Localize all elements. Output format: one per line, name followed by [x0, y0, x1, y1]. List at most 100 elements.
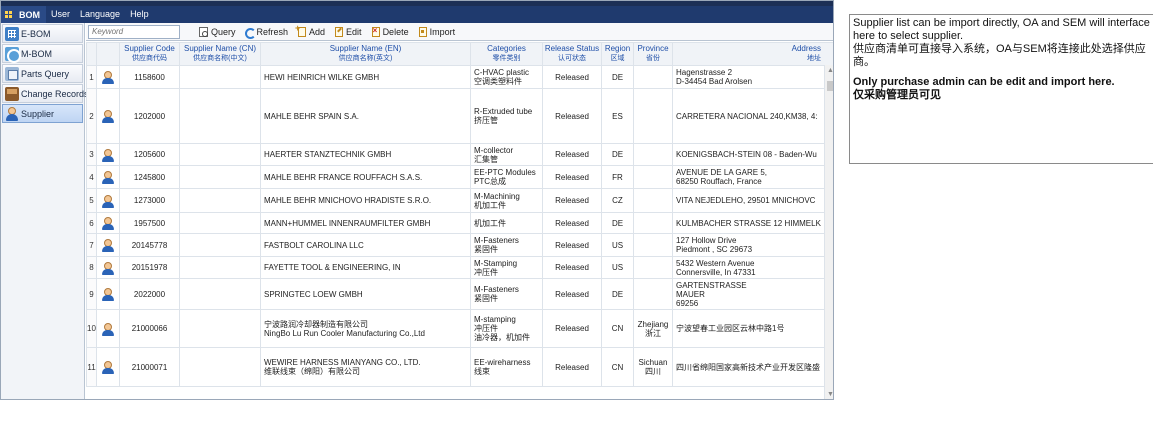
cell-supplier-name-cn — [179, 309, 261, 348]
import-button[interactable]: Import — [417, 26, 455, 37]
cell-text: 21000066 — [131, 324, 168, 333]
supplier-person-icon — [102, 110, 114, 123]
cell-text: MAHLE BEHR MNICHOVO HRADISTE S.R.O. — [264, 196, 432, 205]
row-number: 7 — [86, 233, 97, 257]
cell-line: M-Stamping — [474, 258, 518, 268]
cell-region: CZ — [601, 188, 634, 213]
annotation-note: Supplier list can be import directly, OA… — [849, 14, 1153, 164]
cell-text: 1273000 — [133, 196, 166, 205]
cell-province — [633, 88, 673, 144]
table-body: 1 1158600 HEWI HEINRICH WILKE GMBH C-HVAC p… — [86, 65, 833, 387]
table-row[interactable]: 2 1202000 MAHLE BEHR SPAIN S.A. R-Extruded … — [86, 88, 833, 144]
query-button[interactable]: Query — [198, 26, 236, 37]
cell-line: 挤压管 — [474, 116, 498, 125]
scroll-up-icon[interactable]: ▲ — [827, 67, 833, 74]
menu-language[interactable]: Language — [75, 6, 125, 23]
table-row[interactable]: 11 21000071 WEWIRE HARNESS MIANYANG CO., L… — [86, 347, 833, 387]
note-line-1: Supplier list can be import directly, OA… — [853, 17, 1150, 42]
cell-line: VITA NEJEDLEHO, 29501 MNICHOVC — [676, 196, 816, 205]
cell-line: EE-wireharness — [474, 358, 531, 367]
row-icon-cell — [96, 212, 120, 234]
add-button-label: Add — [309, 26, 326, 37]
add-button[interactable]: Add — [295, 23, 326, 37]
menu-help[interactable]: Help — [125, 6, 154, 23]
delete-button-label: Delete — [382, 26, 409, 37]
cell-line: 机加工件 — [474, 200, 506, 210]
cell-line: 浙江 — [645, 328, 661, 338]
sidebar-item-parts-query[interactable]: Parts Query — [2, 64, 83, 83]
cell-text: HAERTER STANZTECHNIK GMBH — [264, 150, 392, 159]
cell-supplier-name-en: MAHLE BEHR FRANCE ROUFFACH S.A.S. — [260, 165, 471, 189]
cell-line: M-Fasteners — [474, 236, 519, 245]
cell-supplier-code: 20145778 — [119, 233, 180, 257]
table-row[interactable]: 3 1205600 HAERTER STANZTECHNIK GMBH M-colle… — [86, 143, 833, 166]
cell-text: 5 — [89, 196, 94, 205]
supplier-person-icon — [102, 261, 114, 275]
sidebar-item-change-records[interactable]: Change Records — [2, 84, 89, 103]
cell-release-status: Released — [542, 188, 602, 213]
cell-line: 线束 — [474, 367, 490, 376]
cell-supplier-code: 1202000 — [119, 88, 180, 144]
cell-text: SPRINGTEC LOEW GMBH — [264, 289, 363, 299]
column-header-supplier-name-cn[interactable]: Supplier Name (CN) 供应商名称(中文) — [179, 42, 261, 66]
column-header-supplier-name-en[interactable]: Supplier Name (EN) 供应商名称(英文) — [260, 42, 471, 66]
column-header-address[interactable]: Address 地址 — [672, 42, 833, 66]
import-icon — [417, 26, 427, 37]
cell-text: DE — [611, 72, 624, 82]
row-number: 4 — [86, 165, 97, 189]
scroll-down-icon[interactable]: ▼ — [827, 391, 833, 398]
cell-line: 四川 — [645, 367, 661, 376]
cell-text: DE — [611, 218, 624, 228]
cell-text: Released — [555, 150, 589, 159]
cell-categories: EE-PTC Modules PTC总成 — [470, 165, 543, 189]
supplier-person-icon — [102, 288, 114, 301]
note-line-4: 仅采购管理员可见 — [853, 89, 941, 101]
cell-supplier-name-cn — [179, 212, 261, 234]
cell-line: 机加工件 — [474, 218, 506, 228]
table-row[interactable]: 7 20145778 FASTBOLT CAROLINA LLC M-Fastener… — [86, 233, 833, 257]
sidebar-item-supplier[interactable]: Supplier — [2, 104, 83, 123]
edit-button[interactable]: Edit — [333, 26, 362, 37]
cell-release-status: Released — [542, 143, 602, 166]
cell-text: MANN+HUMMEL INNENRAUMFILTER GMBH — [264, 218, 431, 228]
delete-button[interactable]: Delete — [370, 26, 409, 37]
add-icon — [295, 23, 307, 37]
cell-line: 空调类塑料件 — [474, 77, 522, 86]
cell-line: 紧固件 — [474, 294, 498, 303]
refresh-button[interactable]: Refresh — [244, 27, 288, 39]
row-number: 3 — [86, 143, 97, 166]
cell-supplier-name-cn — [179, 188, 261, 213]
table-row[interactable]: 5 1273000 MAHLE BEHR MNICHOVO HRADISTE S.R… — [86, 188, 833, 213]
table-row[interactable]: 10 21000066 宁波路润冷却器制造有限公司 NingBo Lu Run Coo… — [86, 309, 833, 348]
table-row[interactable]: 6 1957500 MANN+HUMMEL INNENRAUMFILTER GMBH… — [86, 212, 833, 234]
row-icon-cell — [96, 188, 120, 213]
cell-address: 四川省绵阳国家高新技术产业开发区隆盛 — [672, 347, 833, 387]
scrollbar-thumb[interactable] — [827, 81, 833, 91]
vertical-scrollbar[interactable]: ▲ ▼ — [824, 65, 833, 399]
column-header-supplier-code[interactable]: Supplier Code 供应商代码 — [119, 42, 180, 66]
cell-line: C-HVAC plastic — [474, 68, 529, 77]
column-header-region[interactable]: Region 区域 — [601, 42, 634, 66]
menu-user[interactable]: User — [46, 6, 75, 23]
table-row[interactable]: 1 1158600 HEWI HEINRICH WILKE GMBH C-HVAC p… — [86, 65, 833, 89]
cell-line: 紧固件 — [474, 245, 498, 254]
column-header-release-status[interactable]: Release Status 认可状态 — [542, 42, 602, 66]
table-row[interactable]: 8 20151978 FAYETTE TOOL & ENGINEERING, IN M… — [86, 256, 833, 279]
search-input[interactable] — [88, 24, 180, 39]
cell-supplier-code: 21000071 — [119, 347, 180, 387]
sidebar: E-BOM M-BOM Parts Query Change Records S… — [1, 23, 89, 399]
column-header-categories[interactable]: Categories 零件类别 — [470, 42, 543, 66]
toolbar: Query Refresh Add Edit Delete Import — [86, 23, 833, 41]
table-row[interactable]: 4 1245800 MAHLE BEHR FRANCE ROUFFACH S.A.S… — [86, 165, 833, 189]
sidebar-item-mbom[interactable]: M-BOM — [2, 44, 83, 63]
cell-line: D-34454 Bad Arolsen — [676, 77, 753, 86]
cell-line: Zhejiang — [637, 319, 669, 329]
cell-text: FAYETTE TOOL & ENGINEERING, IN — [264, 263, 401, 272]
bom-menu[interactable]: BOM — [1, 6, 46, 23]
cell-address: GARTENSTRASSE MAUER 69256 — [672, 278, 833, 310]
table-row[interactable]: 9 2022000 SPRINGTEC LOEW GMBH M-Fasteners 紧固… — [86, 278, 833, 310]
sidebar-item-ebom[interactable]: E-BOM — [2, 24, 83, 43]
cell-line: 冲压件 — [474, 267, 498, 277]
cell-province — [633, 278, 673, 310]
column-header-province[interactable]: Province 省份 — [633, 42, 673, 66]
